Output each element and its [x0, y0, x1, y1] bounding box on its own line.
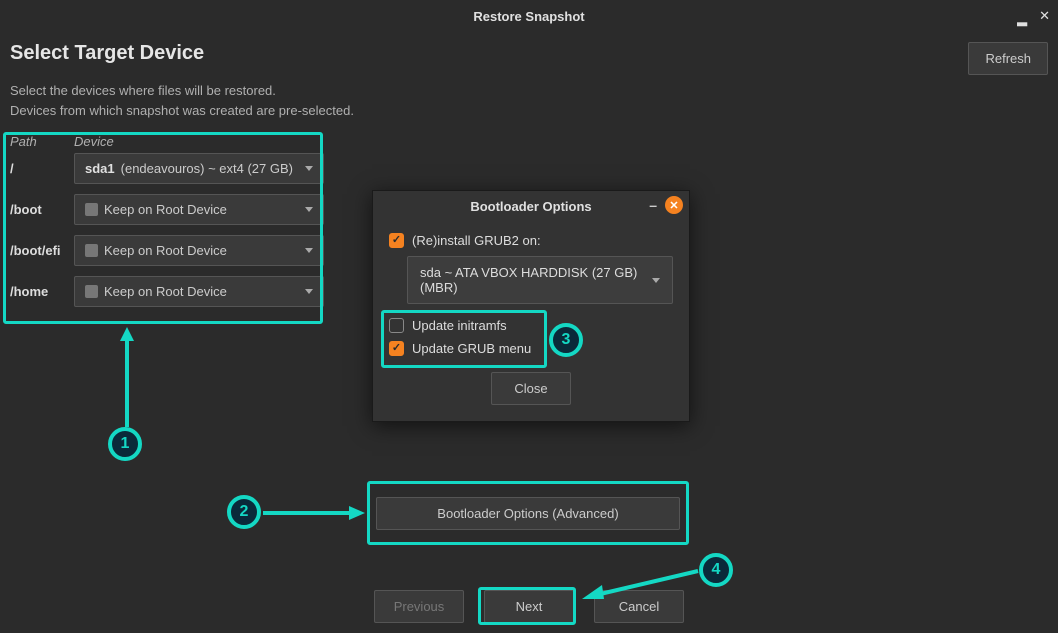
dialog-close-icon[interactable]: ✕ — [665, 196, 683, 214]
grub-target-value: sda ~ ATA VBOX HARDDISK (27 GB) (MBR) — [420, 265, 646, 295]
reinstall-grub-label: (Re)install GRUB2 on: — [412, 233, 541, 248]
device-table: Path Device / sda1 (endeavouros) ~ ext4 … — [10, 130, 324, 307]
column-device-header: Device — [74, 134, 324, 149]
path-cell: / — [10, 161, 74, 176]
refresh-button[interactable]: Refresh — [968, 42, 1048, 75]
update-initramfs-label: Update initramfs — [412, 318, 507, 333]
window-titlebar: Restore Snapshot ▂ ✕ — [0, 0, 1058, 32]
description-text: Select the devices where files will be r… — [10, 81, 1048, 120]
dialog-close-button[interactable]: Close — [491, 372, 571, 405]
window-title: Restore Snapshot — [473, 9, 584, 24]
grub-target-select[interactable]: sda ~ ATA VBOX HARDDISK (27 GB) (MBR) — [407, 256, 673, 304]
device-rest: Keep on Root Device — [104, 284, 227, 299]
wizard-nav: Previous Next Cancel — [0, 590, 1058, 623]
table-row: /home Keep on Root Device — [10, 276, 324, 307]
window-close-icon[interactable]: ✕ — [1039, 8, 1050, 24]
reinstall-grub-checkbox[interactable] — [389, 233, 404, 248]
device-rest: Keep on Root Device — [104, 243, 227, 258]
annotation-marker-4: 4 — [699, 553, 733, 587]
previous-button[interactable]: Previous — [374, 590, 464, 623]
annotation-marker-2: 2 — [227, 495, 261, 529]
window-minimize-icon[interactable]: ▂ — [1017, 11, 1027, 27]
dialog-minimize-icon[interactable]: – — [649, 197, 657, 213]
annotation-arrow-1 — [117, 327, 137, 427]
description-line2: Devices from which snapshot was created … — [10, 101, 1048, 121]
device-rest: (endeavouros) ~ ext4 (27 GB) — [121, 161, 293, 176]
device-bold: sda1 — [85, 161, 115, 176]
table-row: /boot/efi Keep on Root Device — [10, 235, 324, 266]
device-select-bootefi[interactable]: Keep on Root Device — [74, 235, 324, 266]
path-cell: /home — [10, 284, 74, 299]
device-select-boot[interactable]: Keep on Root Device — [74, 194, 324, 225]
device-select-home[interactable]: Keep on Root Device — [74, 276, 324, 307]
annotation-arrow-2 — [263, 503, 365, 523]
disk-icon — [85, 203, 98, 216]
path-cell: /boot — [10, 202, 74, 217]
bootloader-options-dialog: Bootloader Options – ✕ (Re)install GRUB2… — [372, 190, 690, 422]
dialog-titlebar: Bootloader Options – ✕ — [373, 191, 689, 221]
disk-icon — [85, 285, 98, 298]
dialog-title: Bootloader Options — [470, 199, 591, 214]
update-grubmenu-checkbox[interactable] — [389, 341, 404, 356]
chevron-down-icon — [305, 207, 313, 212]
bootloader-options-button[interactable]: Bootloader Options (Advanced) — [376, 497, 680, 530]
device-rest: Keep on Root Device — [104, 202, 227, 217]
chevron-down-icon — [305, 289, 313, 294]
next-button[interactable]: Next — [484, 590, 574, 623]
cancel-button[interactable]: Cancel — [594, 590, 684, 623]
chevron-down-icon — [305, 166, 313, 171]
update-grubmenu-label: Update GRUB menu — [412, 341, 531, 356]
page-title: Select Target Device — [10, 42, 204, 65]
device-select-root[interactable]: sda1 (endeavouros) ~ ext4 (27 GB) — [74, 153, 324, 184]
path-cell: /boot/efi — [10, 243, 74, 258]
table-row: /boot Keep on Root Device — [10, 194, 324, 225]
chevron-down-icon — [305, 248, 313, 253]
chevron-down-icon — [652, 278, 660, 283]
column-path-header: Path — [10, 134, 74, 149]
disk-icon — [85, 244, 98, 257]
description-line1: Select the devices where files will be r… — [10, 81, 1048, 101]
annotation-marker-1: 1 — [108, 427, 142, 461]
table-row: / sda1 (endeavouros) ~ ext4 (27 GB) — [10, 153, 324, 184]
update-initramfs-checkbox[interactable] — [389, 318, 404, 333]
